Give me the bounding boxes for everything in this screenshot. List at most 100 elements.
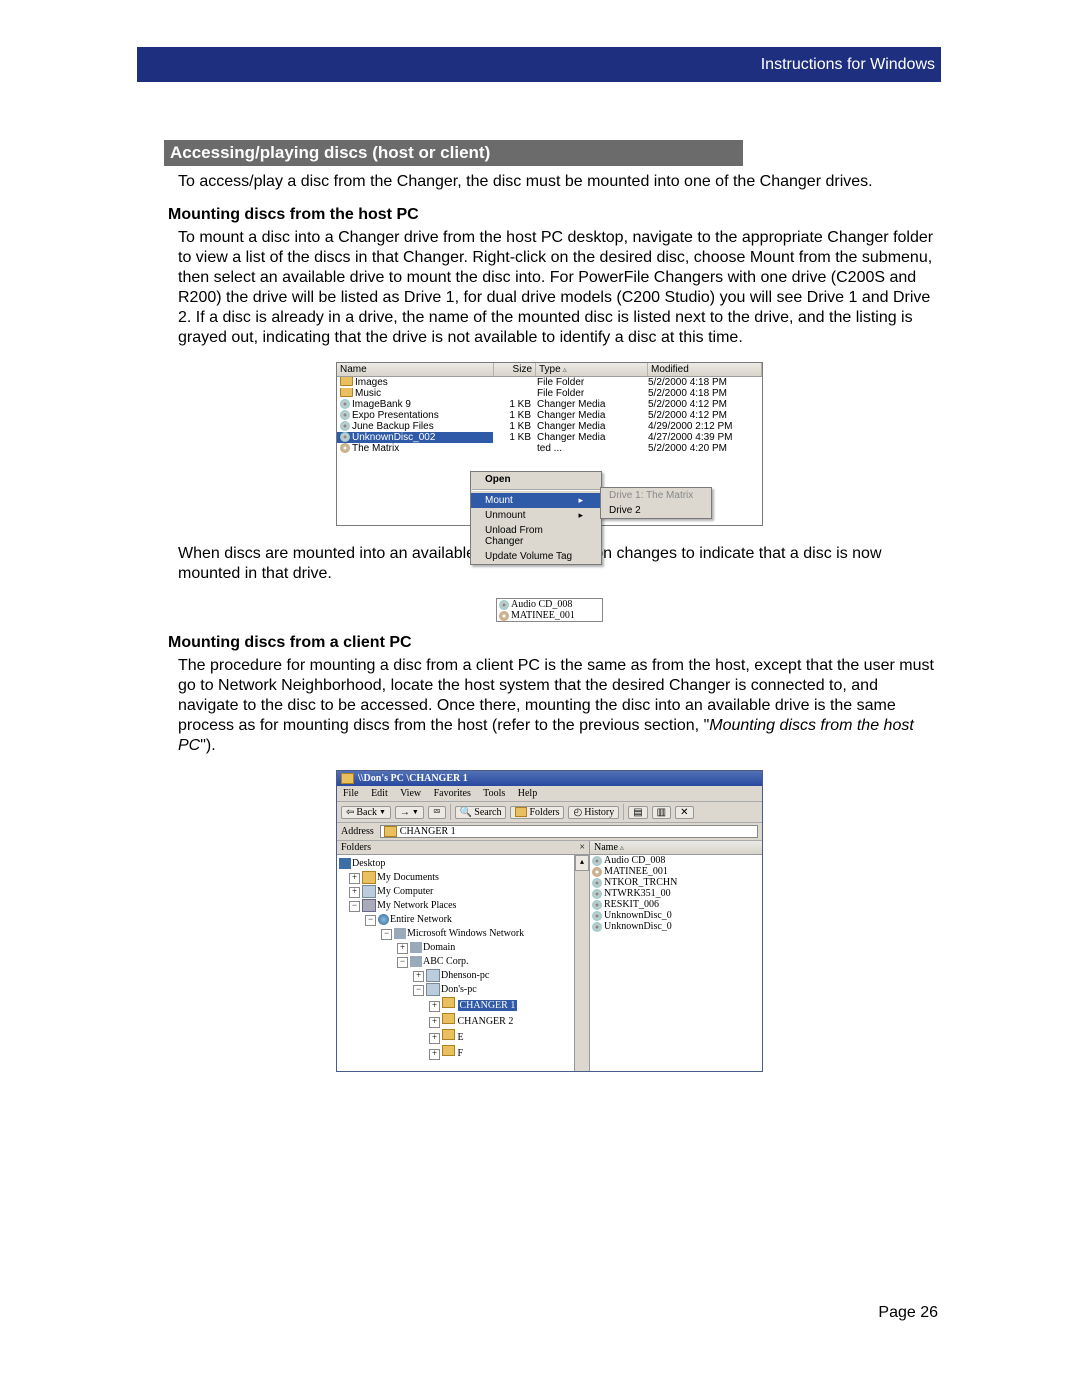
ctx-mount[interactable]: Mount bbox=[471, 493, 601, 508]
subheading-client: Mounting discs from a client PC bbox=[168, 634, 935, 652]
toolbar: ⇦Back▼ →▼ ⮹ 🔍Search Folders ◴History ▤ ▥… bbox=[337, 802, 762, 823]
mydoc-icon bbox=[362, 871, 376, 884]
collapse-icon[interactable]: − bbox=[413, 985, 424, 996]
ctx-unmount[interactable]: Unmount bbox=[471, 508, 601, 523]
disc-icon bbox=[499, 600, 509, 610]
scroll-up-icon[interactable]: ▴ bbox=[575, 855, 589, 871]
header-title: Instructions for Windows bbox=[761, 56, 935, 74]
folder-icon bbox=[442, 1045, 455, 1056]
tree-scrollbar[interactable]: ▴ bbox=[574, 855, 589, 1071]
history-icon: ◴ bbox=[573, 807, 582, 818]
folder-icon bbox=[442, 1029, 455, 1040]
intro-paragraph: To access/play a disc from the Changer, … bbox=[178, 172, 935, 192]
menu-edit[interactable]: Edit bbox=[371, 788, 388, 799]
move-button[interactable]: ▤ bbox=[628, 806, 647, 819]
titlebar-text: \\Don's PC \CHANGER 1 bbox=[358, 773, 468, 784]
submenu-drive2[interactable]: Drive 2 bbox=[601, 503, 711, 518]
file-row[interactable]: ImagesFile Folder5/2/2000 4:18 PM bbox=[337, 377, 762, 388]
expand-icon[interactable]: + bbox=[397, 943, 408, 954]
expand-icon[interactable]: + bbox=[429, 1049, 440, 1060]
context-menu: Open Mount Unmount Unload From Changer U… bbox=[470, 471, 602, 565]
file-row[interactable]: ImageBank 91 KBChanger Media5/2/2000 4:1… bbox=[337, 399, 762, 410]
subheading-host: Mounting discs from the host PC bbox=[168, 206, 935, 224]
network-icon bbox=[362, 899, 376, 912]
col-size[interactable]: Size bbox=[494, 363, 536, 376]
expand-icon[interactable]: + bbox=[349, 887, 360, 898]
col-modified[interactable]: Modified bbox=[648, 363, 762, 376]
expand-icon[interactable]: + bbox=[429, 1001, 440, 1012]
collapse-icon[interactable]: − bbox=[349, 901, 360, 912]
disc-icon bbox=[340, 399, 350, 409]
network-icon bbox=[394, 928, 406, 939]
menu-favorites[interactable]: Favorites bbox=[434, 788, 471, 799]
history-button[interactable]: ◴History bbox=[568, 806, 619, 819]
address-bar: Address CHANGER 1 bbox=[337, 823, 762, 841]
folder-icon bbox=[442, 1013, 455, 1024]
up-button[interactable]: ⮹ bbox=[428, 806, 446, 819]
file-row[interactable]: The Matrixted ...5/2/2000 4:20 PM bbox=[337, 443, 762, 454]
list-item[interactable]: UnknownDisc_0 bbox=[590, 921, 762, 932]
ctx-unload[interactable]: Unload From Changer bbox=[471, 523, 601, 549]
ctx-update[interactable]: Update Volume Tag bbox=[471, 549, 601, 564]
ctx-open[interactable]: Open bbox=[471, 472, 601, 487]
domain-icon bbox=[410, 956, 422, 967]
submenu-drives: Drive 1: The Matrix Drive 2 bbox=[600, 487, 712, 519]
expand-icon[interactable]: + bbox=[413, 971, 424, 982]
disc-icon bbox=[592, 911, 602, 921]
list-item[interactable]: MATINEE_001 bbox=[590, 866, 762, 877]
disc-icon bbox=[340, 432, 350, 442]
search-button[interactable]: 🔍Search bbox=[455, 806, 507, 819]
file-row[interactable]: June Backup Files1 KBChanger Media4/29/2… bbox=[337, 421, 762, 432]
page-number: Page 26 bbox=[878, 1304, 938, 1322]
file-list-body: ImagesFile Folder5/2/2000 4:18 PMMusicFi… bbox=[337, 377, 762, 525]
file-row[interactable]: Expo Presentations1 KBChanger Media5/2/2… bbox=[337, 410, 762, 421]
list-header-name[interactable]: Name▵ bbox=[590, 841, 762, 855]
disc-icon bbox=[340, 410, 350, 420]
folders-button[interactable]: Folders bbox=[510, 806, 564, 819]
col-type[interactable]: Type▵ bbox=[536, 363, 648, 376]
list-item[interactable]: Audio CD_008 bbox=[590, 855, 762, 866]
dvd-icon bbox=[592, 867, 602, 877]
expand-icon[interactable]: + bbox=[349, 873, 360, 884]
list-item[interactable]: NTWRK351_00 bbox=[590, 888, 762, 899]
copy-button[interactable]: ▥ bbox=[652, 806, 671, 819]
file-row[interactable]: UnknownDisc_0021 KBChanger Media4/27/200… bbox=[337, 432, 762, 443]
menu-help[interactable]: Help bbox=[518, 788, 537, 799]
submenu-drive1: Drive 1: The Matrix bbox=[601, 488, 711, 503]
close-icon[interactable]: × bbox=[579, 842, 585, 853]
list-item[interactable]: RESKIT_006 bbox=[590, 899, 762, 910]
list-item[interactable]: NTKOR_TRCHN bbox=[590, 877, 762, 888]
up-icon: ⮹ bbox=[433, 807, 441, 818]
file-list-pane: Name▵ Audio CD_008MATINEE_001NTKOR_TRCHN… bbox=[590, 841, 762, 1071]
folder-icon bbox=[341, 773, 354, 784]
file-row[interactable]: MusicFile Folder5/2/2000 4:18 PM bbox=[337, 388, 762, 399]
folders-icon bbox=[515, 807, 527, 817]
collapse-icon[interactable]: − bbox=[397, 957, 408, 968]
back-button[interactable]: ⇦Back▼ bbox=[341, 806, 391, 819]
folder-icon bbox=[442, 997, 455, 1008]
list-item[interactable]: UnknownDisc_0 bbox=[590, 910, 762, 921]
address-label: Address bbox=[341, 826, 374, 837]
collapse-icon[interactable]: − bbox=[381, 929, 392, 940]
disc-icon bbox=[592, 922, 602, 932]
expand-icon[interactable]: + bbox=[429, 1017, 440, 1028]
tree-selected[interactable]: CHANGER 1 bbox=[458, 1000, 518, 1011]
folders-pane: Folders× Desktop +My Documents +My Compu… bbox=[337, 841, 590, 1071]
dvd-icon bbox=[499, 611, 509, 621]
menu-view[interactable]: View bbox=[400, 788, 421, 799]
pc-icon bbox=[426, 969, 440, 982]
menu-file[interactable]: File bbox=[343, 788, 359, 799]
forward-button[interactable]: →▼ bbox=[395, 806, 424, 819]
folder-tree[interactable]: Desktop +My Documents +My Computer −My N… bbox=[337, 855, 574, 1071]
screenshot-icons: Audio CD_008 MATINEE_001 bbox=[496, 598, 603, 622]
screenshot-explorer: \\Don's PC \CHANGER 1 File Edit View Fav… bbox=[336, 770, 763, 1072]
page-header: Instructions for Windows bbox=[155, 47, 941, 82]
menu-tools[interactable]: Tools bbox=[483, 788, 505, 799]
content-area: Accessing/playing discs (host or client)… bbox=[164, 140, 935, 1072]
expand-icon[interactable]: + bbox=[429, 1033, 440, 1044]
col-name[interactable]: Name bbox=[337, 363, 494, 376]
address-field[interactable]: CHANGER 1 bbox=[380, 825, 758, 838]
disc-icon bbox=[592, 889, 602, 899]
collapse-icon[interactable]: − bbox=[365, 915, 376, 926]
delete-button[interactable]: ✕ bbox=[675, 806, 693, 819]
